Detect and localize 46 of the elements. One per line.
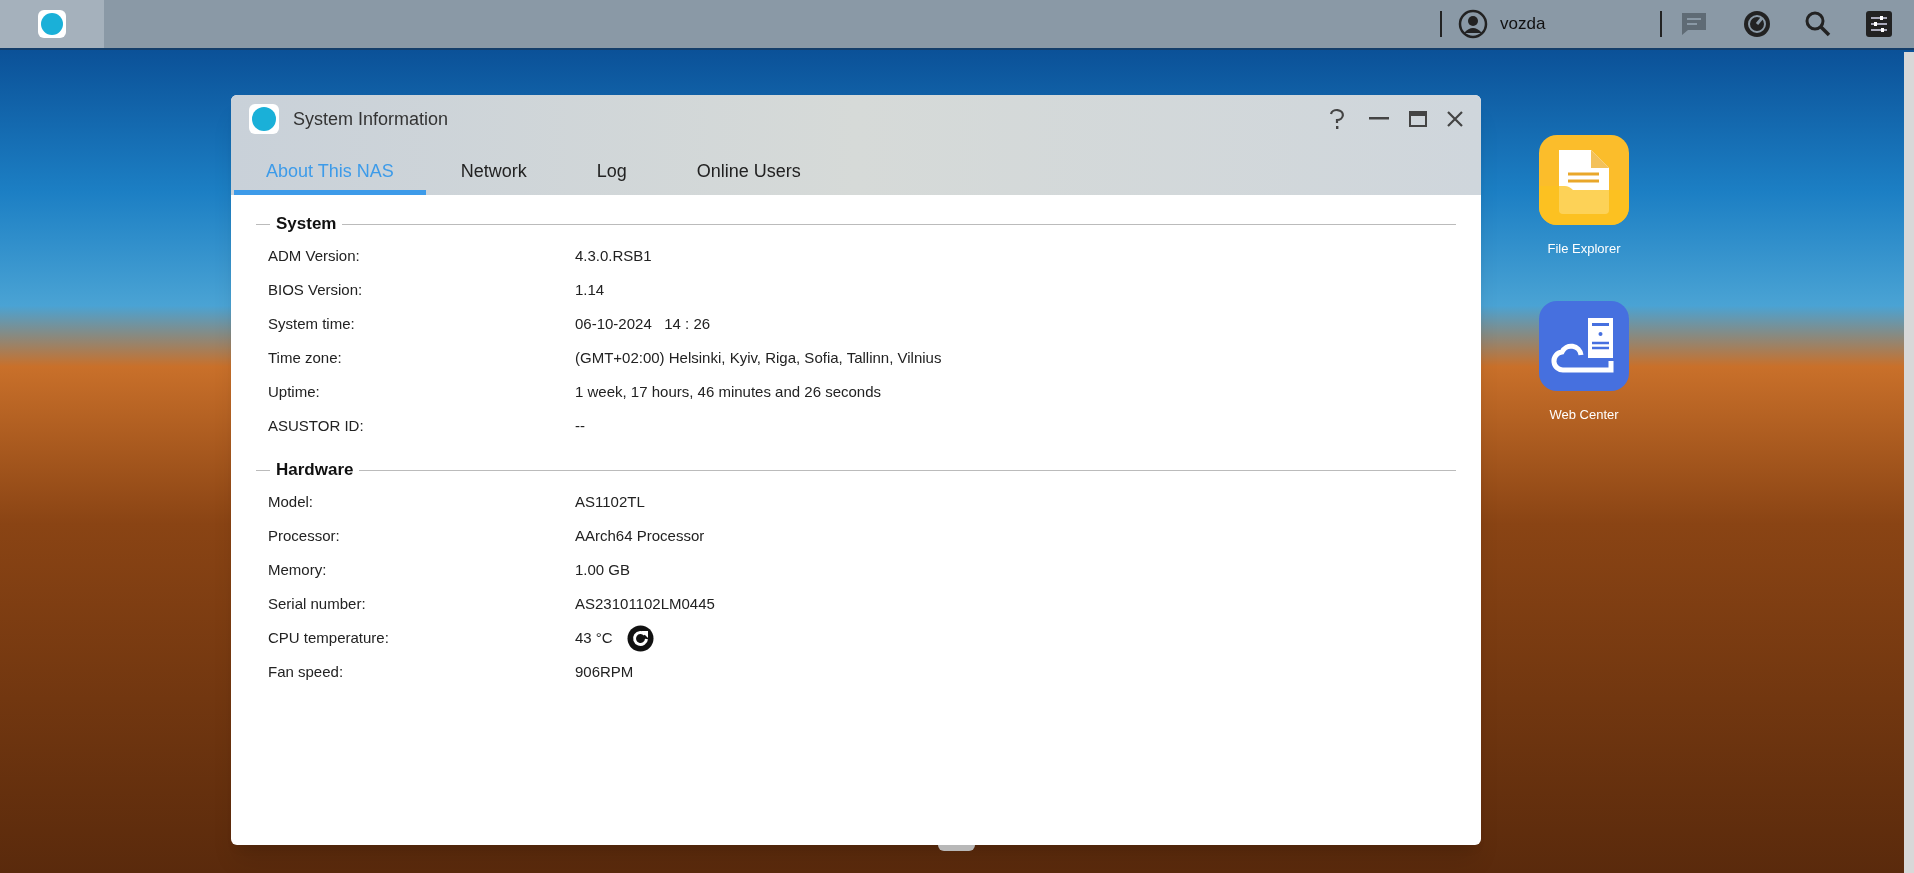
web-center-icon[interactable] [1539, 300, 1629, 391]
field-label: Memory: [268, 559, 328, 580]
window-title: System Information [293, 107, 449, 131]
window-resize-handle[interactable] [938, 845, 975, 851]
field-value: 906RPM [575, 661, 634, 682]
minimize-icon[interactable] [1369, 117, 1389, 121]
field-label: Time zone: [268, 347, 343, 368]
field-value: 1.00 GB [575, 559, 631, 580]
field-label: Processor: [268, 525, 341, 546]
field-label: Serial number: [268, 593, 367, 614]
tab[interactable]: Online Users [661, 153, 836, 195]
tab[interactable]: Network [425, 153, 562, 195]
field-label: BIOS Version: [268, 279, 364, 300]
file-explorer-icon[interactable] [1539, 135, 1629, 225]
field-value: 1 week, 17 hours, 46 minutes and 26 seconds [575, 381, 882, 402]
field-label: Uptime: [268, 381, 321, 402]
section-heading: Hardware [275, 459, 355, 482]
desktop-icon-label[interactable]: Web Center [1549, 404, 1619, 424]
field-value: 4.3.0.RSB1 [575, 245, 652, 266]
section-heading: System [275, 213, 338, 236]
desktop-icon-label[interactable]: File Explorer [1547, 239, 1621, 259]
field-value: -- [575, 415, 585, 436]
field-value: AS23101102LM0445 [575, 593, 715, 614]
field-label: System time: [268, 313, 356, 334]
field-label: CPU temperature: [268, 627, 390, 648]
user-icon [1458, 9, 1488, 39]
taskbar-app-button[interactable] [0, 0, 104, 48]
field-label: ASUSTOR ID: [268, 415, 365, 436]
field-label: Fan speed: [268, 661, 345, 682]
field-value: AArch64 Processor [575, 525, 705, 546]
field-label: Model: [268, 491, 315, 512]
field-value: 06-10-2024 14 : 26 [575, 313, 711, 334]
field-value: 1.14 [575, 279, 605, 300]
search-icon[interactable] [1804, 10, 1832, 38]
gauge-icon[interactable] [1742, 9, 1772, 39]
username[interactable]: vozda [1500, 11, 1660, 37]
close-icon[interactable] [1447, 111, 1463, 127]
maximize-icon[interactable] [1409, 111, 1427, 127]
refresh-icon[interactable] [626, 624, 654, 652]
tab[interactable]: Log [561, 153, 662, 195]
settings-sliders-icon[interactable] [1866, 11, 1892, 37]
field-value: (GMT+02:00) Helsinki, Kyiv, Riga, Sofia, Tallinn, Vilnius [575, 347, 942, 368]
field-value: 43 °C [575, 627, 613, 648]
field-value: AS1102TL [575, 491, 645, 512]
field-label: ADM Version: [268, 245, 361, 266]
scrollbar[interactable] [1904, 52, 1914, 873]
